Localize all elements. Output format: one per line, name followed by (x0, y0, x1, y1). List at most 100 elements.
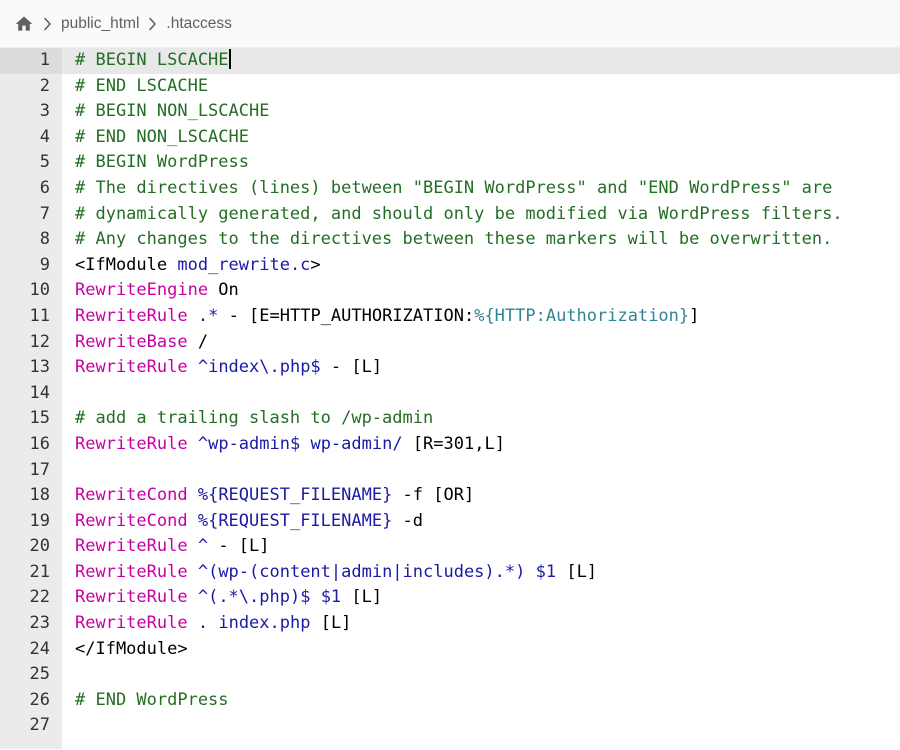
code-token-string: %{REQUEST_FILENAME} (198, 485, 392, 505)
code-line-text[interactable]: RewriteRule ^wp-admin$ wp-admin/ [R=301,… (62, 432, 900, 458)
code-token-comment: # BEGIN NON_LSCACHE (75, 101, 269, 121)
line-number: 25 (0, 662, 62, 688)
code-token-comment: # END LSCACHE (75, 76, 208, 96)
code-token-plain: -f [OR] (392, 485, 474, 505)
code-line-text[interactable]: # BEGIN NON_LSCACHE (62, 99, 900, 125)
code-line[interactable]: 26# END WordPress (0, 688, 900, 714)
code-line[interactable]: 4# END NON_LSCACHE (0, 125, 900, 151)
code-line-text[interactable]: </IfModule> (62, 637, 900, 663)
code-line[interactable]: 15# add a trailing slash to /wp-admin (0, 406, 900, 432)
code-line[interactable]: 3 # BEGIN NON_LSCACHE (0, 99, 900, 125)
line-number: 23 (0, 611, 62, 637)
code-line-text[interactable]: RewriteCond %{REQUEST_FILENAME} -f [OR] (62, 483, 900, 509)
code-token-plain (188, 511, 198, 531)
code-line-text[interactable]: RewriteRule ^ - [L] (62, 534, 900, 560)
code-line-text[interactable]: RewriteCond %{REQUEST_FILENAME} -d (62, 509, 900, 535)
code-line-text[interactable] (62, 662, 900, 688)
code-line-text[interactable]: RewriteRule ^index\.php$ - [L] (62, 355, 900, 381)
code-line[interactable]: 19RewriteCond %{REQUEST_FILENAME} -d (0, 509, 900, 535)
code-line[interactable]: 16RewriteRule ^wp-admin$ wp-admin/ [R=30… (0, 432, 900, 458)
code-line-text[interactable]: # Any changes to the directives between … (62, 227, 900, 253)
text-cursor (229, 49, 231, 69)
code-token-plain: <IfModule (75, 255, 177, 275)
code-line[interactable]: 5# BEGIN WordPress (0, 150, 900, 176)
code-line[interactable]: 11RewriteRule .* - [E=HTTP_AUTHORIZATION… (0, 304, 900, 330)
breadcrumb-item-public-html[interactable]: public_html (61, 15, 139, 33)
line-number: 10 (0, 278, 62, 304)
line-number: 3 (0, 99, 62, 125)
line-number: 14 (0, 381, 62, 407)
code-line[interactable]: 20RewriteRule ^ - [L] (0, 534, 900, 560)
code-line[interactable]: 14 (0, 381, 900, 407)
code-token-plain (310, 587, 320, 607)
line-number: 13 (0, 355, 62, 381)
code-line[interactable]: 10RewriteEngine On (0, 278, 900, 304)
code-token-plain: [L] (310, 613, 351, 633)
code-line[interactable]: 22RewriteRule ^(.*\.php)$ $1 [L] (0, 585, 900, 611)
code-line-text[interactable]: # END NON_LSCACHE (62, 125, 900, 151)
code-line[interactable]: 2# END LSCACHE (0, 74, 900, 100)
code-line[interactable]: 27 (0, 713, 900, 739)
code-line-text[interactable]: # The directives (lines) between "BEGIN … (62, 176, 900, 202)
code-line-text[interactable]: RewriteRule .* - [E=HTTP_AUTHORIZATION:%… (62, 304, 900, 330)
code-token-plain (188, 485, 198, 505)
code-line[interactable]: 8 # Any changes to the directives between… (0, 227, 900, 253)
code-line-text[interactable]: RewriteRule ^(.*\.php)$ $1 [L] (62, 585, 900, 611)
line-number: 21 (0, 560, 62, 586)
code-token-plain: [R=301,L] (403, 434, 505, 454)
line-number: 24 (0, 637, 62, 663)
code-line[interactable]: 6# The directives (lines) between "BEGIN… (0, 176, 900, 202)
code-line[interactable]: 25 (0, 662, 900, 688)
code-token-comment: # Any changes to the directives between … (75, 229, 832, 249)
code-line-text[interactable]: RewriteEngine On (62, 278, 900, 304)
code-token-plain: - [E=HTTP_AUTHORIZATION: (218, 306, 474, 326)
code-line[interactable]: 9<IfModule mod_rewrite.c> (0, 253, 900, 279)
code-token-plain: - [L] (321, 357, 382, 377)
code-line[interactable]: 23RewriteRule . index.php [L] (0, 611, 900, 637)
code-line-text[interactable]: # dynamically generated, and should only… (62, 202, 900, 228)
code-line-text[interactable]: RewriteRule . index.php [L] (62, 611, 900, 637)
chevron-right-icon (148, 17, 157, 31)
code-line[interactable]: 18RewriteCond %{REQUEST_FILENAME} -f [OR… (0, 483, 900, 509)
code-token-comment: # END WordPress (75, 690, 229, 710)
code-token-string: mod_rewrite.c (177, 255, 310, 275)
code-token-string: ^ (198, 536, 208, 556)
code-token-regexp: %{HTTP:Authorization} (474, 306, 689, 326)
breadcrumb-home[interactable] (14, 14, 34, 34)
line-number: 8 (0, 227, 62, 253)
code-line-text[interactable]: # END LSCACHE (62, 74, 900, 100)
code-token-keyword: RewriteEngine (75, 280, 208, 300)
code-token-string: ^index\.php$ (198, 357, 321, 377)
code-line-text[interactable] (62, 713, 900, 739)
line-number: 16 (0, 432, 62, 458)
code-line-text[interactable]: <IfModule mod_rewrite.c> (62, 253, 900, 279)
code-token-string: wp-admin/ (310, 434, 402, 454)
line-number: 19 (0, 509, 62, 535)
code-line-text[interactable]: # END WordPress (62, 688, 900, 714)
code-line-text[interactable]: # add a trailing slash to /wp-admin (62, 406, 900, 432)
code-line[interactable]: 13RewriteRule ^index\.php$ - [L] (0, 355, 900, 381)
code-token-string: .* (198, 306, 218, 326)
line-number: 12 (0, 330, 62, 356)
code-line-text[interactable]: RewriteRule ^(wp-(content|admin|includes… (62, 560, 900, 586)
code-editor[interactable]: 1# BEGIN LSCACHE2# END LSCACHE3 # BEGIN N… (0, 48, 900, 749)
code-line-text[interactable]: RewriteBase / (62, 330, 900, 356)
code-line[interactable]: 7# dynamically generated, and should onl… (0, 202, 900, 228)
code-line[interactable]: 12RewriteBase / (0, 330, 900, 356)
code-token-keyword: RewriteRule (75, 306, 188, 326)
code-line[interactable]: 24 </IfModule> (0, 637, 900, 663)
code-token-keyword: RewriteCond (75, 511, 188, 531)
code-token-plain (300, 434, 310, 454)
code-line-text[interactable]: # BEGIN LSCACHE (62, 48, 900, 74)
code-line[interactable]: 1# BEGIN LSCACHE (0, 48, 900, 74)
code-line-text[interactable] (62, 458, 900, 484)
code-token-plain: </IfModule> (75, 639, 188, 659)
code-line[interactable]: 17 (0, 458, 900, 484)
code-line[interactable]: 21RewriteRule ^(wp-(content|admin|includ… (0, 560, 900, 586)
code-line-text[interactable] (62, 381, 900, 407)
chevron-right-icon (43, 17, 52, 31)
code-line-text[interactable]: # BEGIN WordPress (62, 150, 900, 176)
breadcrumb-item-htaccess: .htaccess (166, 15, 231, 33)
code-token-string: . (198, 613, 208, 633)
breadcrumb-bar: public_html .htaccess (0, 0, 900, 48)
